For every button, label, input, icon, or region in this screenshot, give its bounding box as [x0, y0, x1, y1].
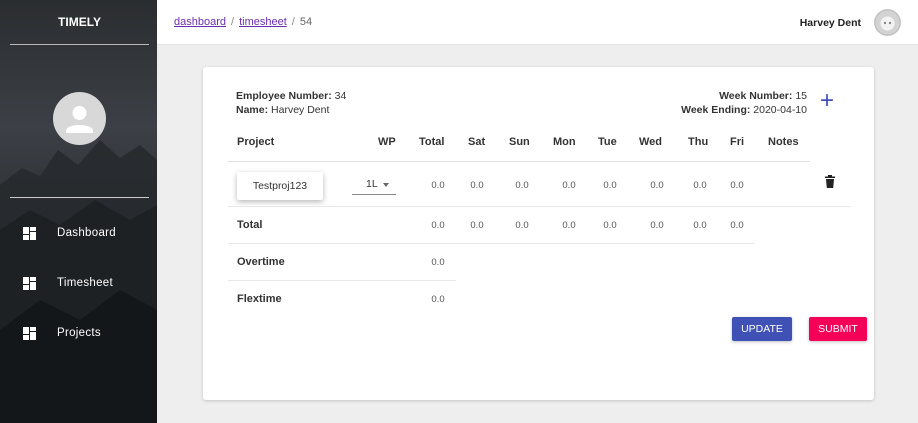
- breadcrumb-link-dashboard[interactable]: dashboard: [174, 16, 226, 28]
- employee-name-label: Name:: [236, 104, 269, 116]
- dashboard-icon: [23, 226, 36, 240]
- sidebar-item-projects[interactable]: Projects: [0, 318, 157, 348]
- week-ending-label: Week Ending:: [681, 104, 751, 116]
- row-mon-cell[interactable]: 0.0: [554, 180, 584, 191]
- sidebar-avatar: [53, 92, 106, 145]
- sidebar-item-label: Projects: [57, 327, 101, 339]
- row-total-cell[interactable]: 0.0: [423, 180, 453, 191]
- column-header-total: Total: [419, 136, 445, 148]
- week-info: Week Number: 15 Week Ending: 2020-04-10: [681, 89, 807, 117]
- overtime-label: Overtime: [237, 256, 285, 268]
- column-header-wed: Wed: [639, 136, 663, 148]
- row-divider: [228, 280, 456, 281]
- sidebar-item-label: Timesheet: [57, 277, 113, 289]
- week-ending: 2020-04-10: [753, 104, 807, 116]
- total-thu-cell: 0.0: [693, 220, 707, 231]
- flextime-value: 0.0: [431, 294, 445, 305]
- employee-number-label: Employee Number:: [236, 90, 332, 102]
- breadcrumb-separator: /: [231, 16, 235, 28]
- week-number: 15: [795, 90, 807, 102]
- wp-select-value: 1L: [366, 178, 378, 190]
- row-thu-cell[interactable]: 0.0: [685, 180, 715, 191]
- breadcrumb: dashboard / timesheet / 54: [174, 16, 312, 28]
- brand-logo[interactable]: TIMELY: [10, 0, 149, 45]
- submit-button[interactable]: SUBMIT: [809, 317, 867, 341]
- delete-icon[interactable]: [825, 175, 835, 188]
- column-header-project: Project: [237, 136, 275, 148]
- row-tue-cell[interactable]: 0.0: [595, 180, 625, 191]
- sidebar-background-image: [0, 140, 157, 423]
- column-header-fri: Fri: [730, 136, 745, 148]
- avatar-face-icon: [874, 9, 901, 36]
- flextime-label: Flextime: [237, 293, 282, 305]
- column-header-sat: Sat: [468, 136, 486, 148]
- total-fri-cell: 0.0: [730, 220, 744, 231]
- project-chip[interactable]: Testproj123: [237, 172, 323, 200]
- employee-info: Employee Number: 34 Name: Harvey Dent: [236, 89, 346, 117]
- column-header-mon: Mon: [553, 136, 576, 148]
- row-wed-cell[interactable]: 0.0: [642, 180, 672, 191]
- chevron-down-icon: [383, 183, 389, 187]
- row-sat-cell[interactable]: 0.0: [462, 180, 492, 191]
- header-divider: [228, 161, 810, 162]
- breadcrumb-current: 54: [299, 16, 313, 28]
- user-name[interactable]: Harvey Dent: [800, 17, 861, 29]
- sidebar-item-dashboard[interactable]: Dashboard: [0, 218, 157, 248]
- total-tue-cell: 0.0: [603, 220, 617, 231]
- row-fri-cell[interactable]: 0.0: [722, 180, 752, 191]
- overtime-value: 0.0: [431, 257, 445, 268]
- sidebar-divider: [10, 197, 149, 198]
- employee-name: Harvey Dent: [271, 104, 330, 116]
- dashboard-icon: [23, 326, 36, 340]
- row-divider: [228, 206, 850, 207]
- column-header-wp: WP: [378, 136, 396, 148]
- column-header-tue: Tue: [598, 136, 617, 148]
- total-sun-cell: 0.0: [515, 220, 529, 231]
- user-avatar[interactable]: [874, 9, 901, 36]
- column-header-sun: Sun: [509, 136, 530, 148]
- add-row-button[interactable]: +: [817, 89, 837, 113]
- dashboard-icon: [23, 276, 36, 290]
- sidebar-item-label: Dashboard: [57, 227, 116, 239]
- top-bar: dashboard / timesheet / 54 Harvey Dent: [157, 0, 918, 45]
- total-sat-cell: 0.0: [470, 220, 484, 231]
- person-icon: [66, 106, 93, 133]
- wp-select[interactable]: 1L: [352, 177, 396, 195]
- column-header-thu: Thu: [688, 136, 709, 148]
- row-divider: [228, 243, 754, 244]
- column-header-notes: Notes: [768, 136, 799, 148]
- sidebar-item-timesheet[interactable]: Timesheet: [0, 268, 157, 298]
- breadcrumb-separator: /: [291, 16, 295, 28]
- total-label: Total: [237, 219, 263, 231]
- timesheet-card: Employee Number: 34 Name: Harvey Dent We…: [203, 67, 874, 400]
- total-mon-cell: 0.0: [562, 220, 576, 231]
- total-total-cell: 0.0: [431, 220, 445, 231]
- update-button[interactable]: UPDATE: [732, 317, 792, 341]
- row-sun-cell[interactable]: 0.0: [507, 180, 537, 191]
- week-number-label: Week Number:: [719, 90, 793, 102]
- breadcrumb-link-timesheet[interactable]: timesheet: [239, 16, 287, 28]
- total-wed-cell: 0.0: [650, 220, 664, 231]
- sidebar: TIMELY Dashboard Timesheet Projects: [0, 0, 157, 423]
- employee-number: 34: [334, 90, 347, 102]
